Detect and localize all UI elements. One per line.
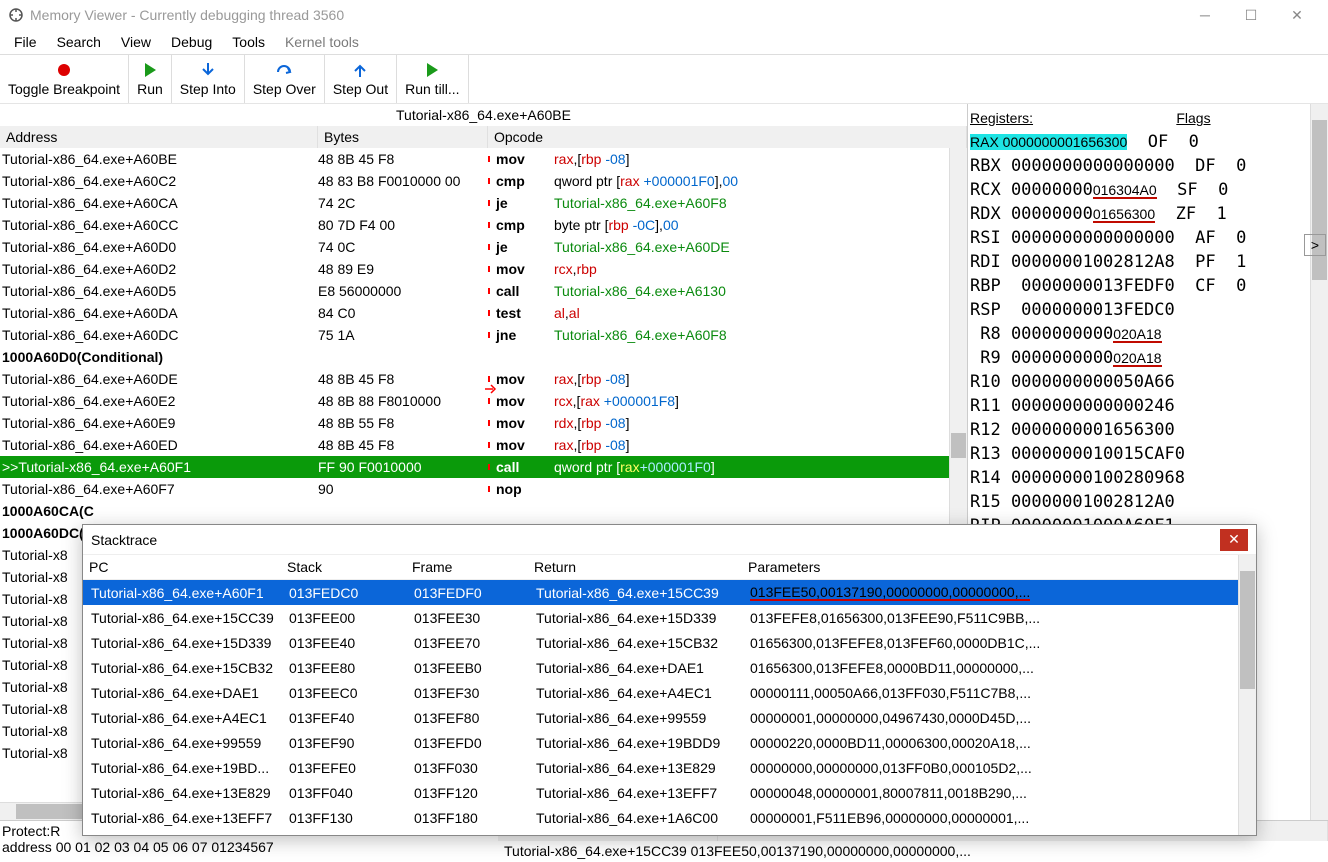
disasm-row[interactable]: Tutorial-x86_64.exe+A60F790nop — [0, 478, 949, 500]
menu-file[interactable]: File — [4, 32, 47, 52]
col-address[interactable]: Address — [0, 126, 318, 148]
stack-row[interactable]: Tutorial-x86_64.exe+DAE1013FEEC0013FEF30… — [83, 680, 1256, 705]
disasm-row[interactable]: Tutorial-x86_64.exe+A60ED48 8B 45 F8movr… — [0, 434, 949, 456]
disasm-row[interactable]: Tutorial-x86_64.exe+A60D248 89 E9movrcx,… — [0, 258, 949, 280]
disasm-row[interactable]: 1000A60D0(Conditional) — [0, 346, 949, 368]
app-icon — [8, 7, 24, 23]
step-over-button[interactable]: Step Over — [245, 55, 325, 103]
stacktrace-scrollbar[interactable] — [1238, 555, 1256, 835]
registers-scrollbar[interactable] — [1310, 104, 1328, 862]
menu-search[interactable]: Search — [47, 32, 111, 52]
disassembly-title: Tutorial-x86_64.exe+A60BE — [0, 104, 967, 126]
stacktrace-columns: PC Stack Frame Return Parameters — [83, 555, 1256, 580]
menu-kernel-tools[interactable]: Kernel tools — [275, 32, 369, 52]
disasm-row[interactable]: Tutorial-x86_64.exe+A60D074 0CjeTutorial… — [0, 236, 949, 258]
step-out-button[interactable]: Step Out — [325, 55, 397, 103]
toggle-breakpoint-button[interactable]: Toggle Breakpoint — [0, 55, 129, 103]
disasm-row[interactable]: Tutorial-x86_64.exe+A60CA74 2CjeTutorial… — [0, 192, 949, 214]
disasm-row[interactable]: Tutorial-x86_64.exe+A60E948 8B 55 F8movr… — [0, 412, 949, 434]
stack-row[interactable]: Tutorial-x86_64.exe+15CC39013FEE00013FEE… — [83, 605, 1256, 630]
menu-tools[interactable]: Tools — [222, 32, 275, 52]
close-button[interactable]: ✕ — [1274, 0, 1320, 30]
disasm-row[interactable]: Tutorial-x86_64.exe+A60CC80 7D F4 00cmpb… — [0, 214, 949, 236]
title-bar: Memory Viewer - Currently debugging thre… — [0, 0, 1328, 30]
stack-row[interactable]: Tutorial-x86_64.exe+13EFF7013FF130013FF1… — [83, 805, 1256, 830]
stack-row[interactable]: Tutorial-x86_64.exe+19BD...013FEFE0013FF… — [83, 755, 1256, 780]
disasm-row[interactable]: Tutorial-x86_64.exe+A60C248 83 B8 F00100… — [0, 170, 949, 192]
col-stack[interactable]: Stack — [281, 555, 406, 579]
minimize-button[interactable]: ─ — [1182, 0, 1228, 30]
stack-row[interactable]: Tutorial-x86_64.exe+15CB32013FEE80013FEE… — [83, 655, 1256, 680]
maximize-button[interactable]: ☐ — [1228, 0, 1274, 30]
stacktrace-close-button[interactable]: ✕ — [1220, 529, 1248, 551]
col-pc[interactable]: PC — [83, 555, 281, 579]
window-title: Memory Viewer - Currently debugging thre… — [30, 7, 1182, 23]
stacktrace-body[interactable]: Tutorial-x86_64.exe+A60F1013FEDC0013FEDF… — [83, 580, 1256, 835]
stack-row[interactable]: Tutorial-x86_64.exe+A60F1013FEDC0013FEDF… — [83, 580, 1256, 605]
disasm-row[interactable]: Tutorial-x86_64.exe+A60BE48 8B 45 F8movr… — [0, 148, 949, 170]
disasm-row[interactable]: 1000A60CA(C — [0, 500, 949, 522]
disasm-row[interactable]: Tutorial-x86_64.exe+A60DC75 1AjneTutoria… — [0, 324, 949, 346]
menu-view[interactable]: View — [111, 32, 161, 52]
return-params-row: Tutorial-x86_64.exe+15CC39 013FEE50,0013… — [498, 841, 1328, 861]
disasm-row[interactable]: Tutorial-x86_64.exe+A60E248 8B 88 F80100… — [0, 390, 949, 412]
menu-bar: FileSearchViewDebugToolsKernel tools — [0, 30, 1328, 54]
disasm-row[interactable]: Tutorial-x86_64.exe+A60DA84 C0testal,al — [0, 302, 949, 324]
col-frame[interactable]: Frame — [406, 555, 528, 579]
stacktrace-window: Stacktrace ✕ PC Stack Frame Return Param… — [82, 524, 1257, 836]
toolbar: Toggle BreakpointRunStep IntoStep OverSt… — [0, 54, 1328, 104]
stack-row[interactable]: Tutorial-x86_64.exe+A4EC1013FEF40013FEF8… — [83, 705, 1256, 730]
stack-row[interactable]: Tutorial-x86_64.exe+15D339013FEE40013FEE… — [83, 630, 1256, 655]
protect-line2: address 00 01 02 03 04 05 06 07 01234567 — [2, 839, 496, 855]
run-button[interactable]: Run — [129, 55, 172, 103]
stacktrace-titlebar[interactable]: Stacktrace ✕ — [83, 525, 1256, 555]
disasm-row[interactable]: >>Tutorial-x86_64.exe+A60F1FF 90 F001000… — [0, 456, 949, 478]
stacktrace-title: Stacktrace — [91, 532, 1220, 548]
col-return[interactable]: Return — [528, 555, 742, 579]
col-opcode[interactable]: Opcode — [488, 126, 967, 148]
stack-row[interactable]: Tutorial-x86_64.exe+13E829013FF040013FF1… — [83, 780, 1256, 805]
disasm-row[interactable]: Tutorial-x86_64.exe+A60D5E8 56000000call… — [0, 280, 949, 302]
col-params[interactable]: Parameters — [742, 555, 1256, 579]
col-bytes[interactable]: Bytes — [318, 126, 488, 148]
menu-debug[interactable]: Debug — [161, 32, 222, 52]
disasm-row[interactable]: Tutorial-x86_64.exe+A60DE48 8B 45 F8movr… — [0, 368, 949, 390]
step-into-button[interactable]: Step Into — [172, 55, 245, 103]
expand-button[interactable]: > — [1304, 234, 1326, 256]
run-till-button[interactable]: Run till... — [397, 55, 468, 103]
stack-row[interactable]: Tutorial-x86_64.exe+99559013FEF90013FEFD… — [83, 730, 1256, 755]
disassembly-columns: Address Bytes Opcode — [0, 126, 967, 148]
